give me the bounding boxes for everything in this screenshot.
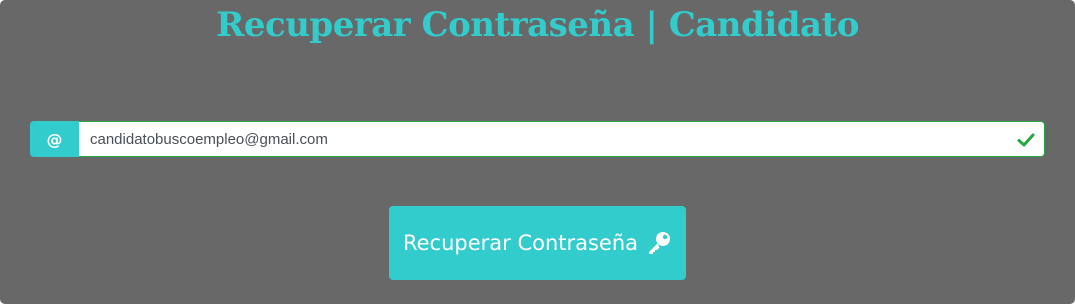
key-icon bbox=[649, 232, 671, 254]
page-title: Recuperar Contraseña | Candidato bbox=[216, 5, 859, 45]
email-field[interactable] bbox=[79, 122, 1044, 156]
email-field-wrapper bbox=[79, 121, 1045, 157]
email-input-group: @ bbox=[30, 121, 1045, 157]
recover-password-label: Recuperar Contraseña bbox=[402, 231, 639, 255]
check-icon bbox=[1017, 133, 1035, 147]
recover-password-panel: Recuperar Contraseña | Candidato @ Recup… bbox=[0, 0, 1075, 304]
at-sign-icon: @ bbox=[30, 121, 79, 157]
recover-password-button[interactable]: Recuperar Contraseña bbox=[389, 206, 686, 280]
